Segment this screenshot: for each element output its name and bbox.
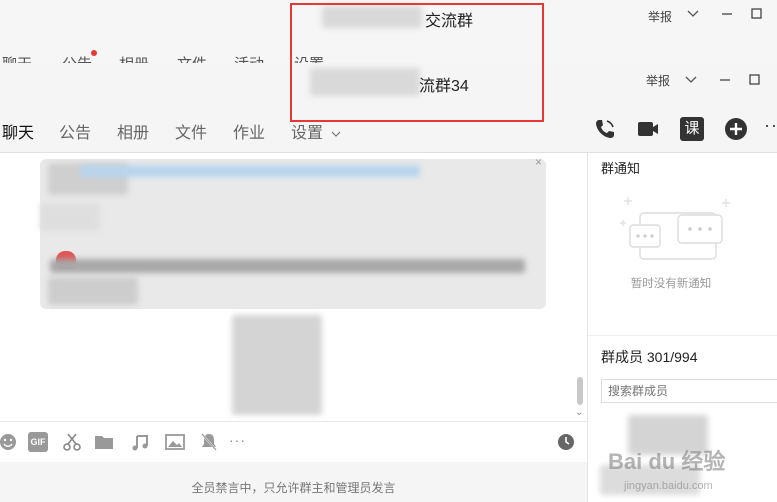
watermark-url: jingyan.baidu.com (624, 480, 713, 492)
pinned-message-card[interactable]: × (40, 155, 546, 309)
blurred-message-text (50, 259, 525, 273)
video-call-icon[interactable] (636, 117, 660, 141)
gif-icon[interactable]: GIF (28, 432, 48, 452)
chat-area: × ⌄ (0, 153, 587, 421)
blurred-avatar (232, 315, 322, 415)
scissors-icon[interactable] (62, 432, 82, 452)
tab-files[interactable]: 文件 (175, 119, 207, 143)
report-link[interactable]: 举报 (646, 72, 670, 89)
music-icon[interactable] (131, 432, 151, 452)
add-icon[interactable] (724, 117, 748, 141)
more-tools-icon[interactable]: ··· (229, 432, 246, 448)
settings-chevron-icon (332, 131, 341, 137)
empty-notice-illustration-icon (620, 197, 730, 260)
member-search-input[interactable] (601, 379, 777, 403)
phone-call-icon[interactable] (593, 117, 617, 141)
folder-icon[interactable] (94, 432, 114, 452)
tab-settings[interactable]: 设置 (291, 119, 341, 143)
minimize-icon[interactable] (719, 75, 731, 85)
bg-report-link[interactable]: 举报 (648, 8, 672, 25)
mute-notice: 全员禁言中，只允许群主和管理员发言 (191, 481, 396, 495)
image-icon[interactable] (165, 432, 185, 452)
watermark-logo-text: Bai du 经验 (608, 449, 726, 474)
bg-maximize-icon[interactable] (751, 8, 763, 20)
bg-minimize-icon[interactable] (721, 9, 733, 19)
emoji-icon[interactable] (0, 432, 18, 452)
chat-scrollbar[interactable] (577, 377, 583, 405)
blurred-content (48, 277, 138, 305)
input-toolbar: GIF ··· (0, 421, 587, 462)
blurred-content (40, 203, 100, 231)
group-notice-title: 群通知 (601, 161, 641, 176)
tab-album[interactable]: 相册 (117, 119, 149, 143)
baidu-watermark: Bai du 经验 jingyan.baidu.com (588, 414, 777, 502)
scroll-down-icon[interactable]: ⌄ (575, 407, 583, 418)
no-notice-text: 暂时没有新通知 (630, 278, 712, 290)
tab-announcement[interactable]: 公告 (59, 119, 91, 143)
chevron-down-icon[interactable] (685, 75, 697, 85)
highlight-box (290, 3, 544, 122)
panel-divider (588, 335, 777, 336)
mute-bell-icon[interactable] (199, 432, 219, 452)
history-clock-icon[interactable] (556, 432, 576, 452)
maximize-icon[interactable] (749, 74, 761, 86)
tab-chat[interactable]: 聊天 (2, 119, 34, 143)
blurred-link (80, 165, 420, 177)
tab-settings-label: 设置 (291, 125, 324, 142)
more-icon[interactable]: ·· (764, 115, 777, 136)
unread-dot (91, 50, 97, 56)
bg-chevron-down-icon[interactable] (687, 9, 699, 19)
lesson-icon[interactable]: 课 (680, 117, 704, 141)
group-members-title: 群成员 301/994 (601, 349, 698, 365)
tab-homework[interactable]: 作业 (233, 119, 265, 143)
close-card-icon[interactable]: × (535, 155, 542, 169)
